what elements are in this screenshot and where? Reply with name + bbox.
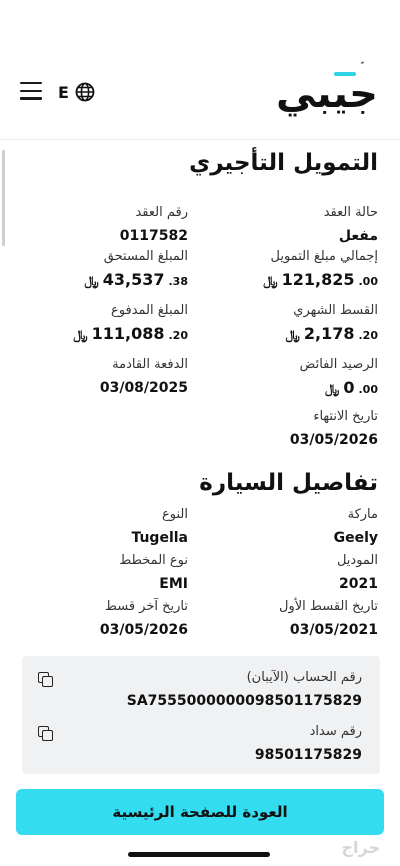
last-installment-field: تاريخ آخر قسط 03/05/2026	[8, 598, 188, 640]
sadad-row: رقم سداد 98501175829	[40, 724, 362, 763]
sadad-value: 98501175829	[254, 747, 362, 763]
surplus-balance-amount: ﷼ 0.00	[325, 378, 378, 400]
lease-section-title: التمويل التأجيري	[189, 150, 378, 176]
end-date-field: تاريخ الانتهاء 03/05/2026	[198, 408, 378, 450]
watermark-logo: حراج	[341, 838, 380, 857]
monthly-installment-field: القسط الشهري ﷼ 2,178.20	[198, 302, 378, 346]
riyal-icon: ﷼	[84, 274, 99, 289]
brand-label: ماركة	[347, 507, 378, 522]
next-payment-value: 03/08/2025	[99, 380, 188, 396]
contract-status-label: حالة العقد	[323, 205, 378, 220]
contract-number-value: 0117582	[119, 228, 188, 244]
contract-status-value: مفعل	[338, 228, 378, 244]
next-payment-label: الدفعة القادمة	[112, 357, 188, 372]
contract-number-field: رقم العقد 0117582	[8, 204, 188, 246]
first-installment-value: 03/05/2021	[289, 622, 378, 638]
type-field: النوع Tugella	[8, 506, 188, 548]
end-date-label: تاريخ الانتهاء	[313, 409, 378, 424]
language-switch-button[interactable]: E	[58, 80, 95, 104]
surplus-balance-label: الرصيد الفائض	[299, 357, 378, 372]
amount-paid-field: المبلغ المدفوع ﷼ 111,088.20	[8, 302, 188, 346]
contract-number-label: رقم العقد	[135, 205, 188, 220]
iban-value: SA7555000000098501175829	[126, 693, 362, 709]
app-header: ﹰ جيبي E	[0, 0, 400, 140]
first-installment-label: تاريخ القسط الأول	[279, 599, 378, 614]
hamburger-menu-icon[interactable]	[20, 82, 42, 102]
total-financing-amount: ﷼ 121,825.00	[263, 270, 378, 292]
contract-status-field: حالة العقد مفعل	[198, 204, 378, 246]
home-indicator	[128, 852, 270, 857]
amount-paid-amount: ﷼ 111,088.20	[73, 324, 188, 346]
logo-text: جيبي	[276, 71, 378, 117]
monthly-installment-label: القسط الشهري	[293, 303, 378, 318]
plan-type-label: نوع المخطط	[119, 553, 188, 568]
app-logo[interactable]: ﹰ جيبي	[276, 62, 378, 120]
type-label: النوع	[162, 507, 188, 522]
amount-due-amount: ﷼ 43,537.38	[84, 270, 188, 292]
account-info-box: رقم الحساب (الآيبان) SA75550000000985011…	[22, 656, 380, 774]
car-section-title: تفاصيل السيارة	[199, 470, 378, 496]
brand-value: Geely	[333, 530, 378, 546]
brand-field: ماركة Geely	[198, 506, 378, 548]
end-date-value: 03/05/2026	[289, 432, 378, 448]
last-installment-value: 03/05/2026	[99, 622, 188, 638]
surplus-balance-field: الرصيد الفائض ﷼ 0.00	[198, 356, 378, 400]
model-field: الموديل 2021	[198, 552, 378, 594]
amount-paid-label: المبلغ المدفوع	[111, 303, 188, 318]
total-financing-field: إجمالي مبلغ التمويل ﷼ 121,825.00	[198, 248, 378, 292]
riyal-icon: ﷼	[285, 328, 300, 343]
type-value: Tugella	[131, 530, 188, 546]
iban-label: رقم الحساب (الآيبان)	[246, 670, 362, 685]
amount-due-label: المبلغ المستحق	[103, 249, 188, 264]
sadad-label: رقم سداد	[309, 724, 362, 739]
amount-due-field: المبلغ المستحق ﷼ 43,537.38	[8, 248, 188, 292]
model-value: 2021	[339, 576, 378, 592]
model-label: الموديل	[336, 553, 378, 568]
language-label: E	[58, 82, 69, 102]
first-installment-field: تاريخ القسط الأول 03/05/2021	[198, 598, 378, 640]
monthly-installment-amount: ﷼ 2,178.20	[285, 324, 378, 346]
riyal-icon: ﷼	[73, 328, 88, 343]
next-payment-field: الدفعة القادمة 03/08/2025	[8, 356, 188, 398]
riyal-icon: ﷼	[263, 274, 278, 289]
iban-row: رقم الحساب (الآيبان) SA75550000000985011…	[40, 670, 362, 709]
last-installment-label: تاريخ آخر قسط	[104, 599, 188, 614]
back-to-home-label: العودة للصفحة الرئيسية	[112, 803, 288, 821]
riyal-icon: ﷼	[324, 382, 340, 397]
plan-type-value: EMI	[159, 576, 188, 592]
total-financing-label: إجمالي مبلغ التمويل	[270, 249, 379, 264]
globe-icon	[75, 82, 95, 102]
plan-type-field: نوع المخطط EMI	[8, 552, 188, 594]
back-to-home-button[interactable]: العودة للصفحة الرئيسية	[16, 789, 384, 835]
scrollbar[interactable]	[2, 150, 5, 246]
